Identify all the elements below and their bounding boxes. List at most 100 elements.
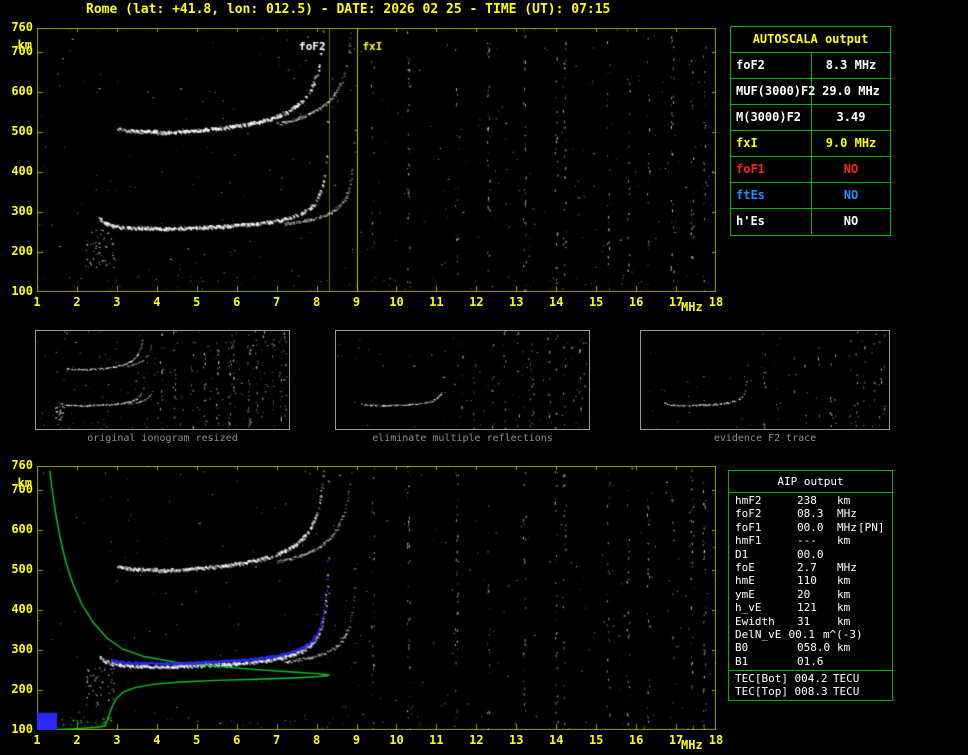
- aip-extra: [863, 628, 892, 641]
- autoscala-window: Rome (lat: +41.8, lon: 012.5) - DATE: 20…: [0, 0, 968, 755]
- aip-row-tectop: TEC[Top] 008.3 TECU: [729, 685, 892, 698]
- aip-row-hmf1: hmF1 --- km: [729, 534, 892, 547]
- autoscala-row-muf3000f2: MUF(3000)F2 29.0 MHz: [731, 79, 890, 105]
- x-tick-label-bottom-7: 7: [273, 733, 281, 747]
- y-tick-label-bottom-300: 300: [11, 642, 33, 656]
- param-value: 3.49: [836, 110, 866, 124]
- x-tick-label-bottom-2: 2: [73, 733, 81, 747]
- aip-extra: [858, 534, 892, 547]
- aip-row-yme: ymE 20 km: [729, 588, 892, 601]
- aip-label: Ewidth: [735, 614, 775, 628]
- aip-value: 238: [797, 494, 817, 507]
- param-value: NO: [843, 214, 859, 228]
- autoscala-row-hes: h'Es NO: [731, 209, 890, 234]
- autoscala-table-header: AUTOSCALA output: [731, 27, 890, 53]
- aip-unit: TECU: [832, 672, 860, 686]
- aip-unit: MHz: [837, 507, 857, 521]
- aip-row-b0: B0 058.0 km: [729, 641, 892, 654]
- aip-extra: [858, 641, 892, 654]
- param-value: NO: [843, 162, 859, 176]
- aip-row-d1: D1 00.0: [729, 548, 892, 561]
- aip-row-foe: foE 2.7 MHz: [729, 561, 892, 574]
- aip-extra: [858, 588, 892, 601]
- aip-unit: m^(-3): [822, 627, 863, 641]
- x-tick-label-bottom-4: 4: [153, 733, 161, 747]
- x-tick-label-top-1: 1: [33, 295, 41, 309]
- param-label: h'Es: [731, 209, 812, 234]
- x-tick-label-top-12: 12: [469, 295, 484, 309]
- aip-row-hve: h_vE 121 km: [729, 601, 892, 614]
- param-label: foF1: [731, 157, 812, 182]
- aip-extra: [PN]: [858, 520, 885, 534]
- aip-unit: MHz: [837, 520, 857, 534]
- aip-label: hmE: [735, 574, 755, 588]
- y-tick-label-top-500: 500: [11, 124, 33, 138]
- aip-row-ewidth: Ewidth 31 km: [729, 615, 892, 628]
- aip-row-delnve: DelN_vE 00.1 m^(-3): [729, 628, 892, 641]
- aip-value: 00.0: [797, 547, 824, 561]
- x-tick-label-top-4: 4: [153, 295, 161, 309]
- aip-row-hmf2: hmF2 238 km: [729, 494, 892, 507]
- aip-label: ymE: [735, 587, 755, 601]
- aip-unit: km: [837, 587, 851, 601]
- x-tick-label-bottom-11: 11: [429, 733, 444, 747]
- x-tick-label-bottom-3: 3: [113, 733, 121, 747]
- param-value: 8.3 MHz: [825, 58, 877, 72]
- y-tick-label-bottom-200: 200: [11, 682, 33, 696]
- x-tick-label-bottom-17: 17: [668, 733, 684, 747]
- aip-table-header: AIP output: [729, 471, 892, 493]
- aip-extra: [858, 574, 892, 587]
- x-tick-label-bottom-14: 14: [549, 733, 564, 747]
- x-tick-label-top-9: 9: [352, 295, 361, 309]
- aip-value: 01.6: [797, 654, 824, 668]
- aip-value: 110: [797, 574, 817, 588]
- aip-extra: [858, 561, 892, 574]
- autoscala-row-m3000f2: M(3000)F2 3.49: [731, 105, 890, 131]
- y-tick-label-top-400: 400: [11, 164, 33, 178]
- aip-label: TEC[Bot]: [735, 672, 788, 686]
- param-label: foF2: [731, 53, 812, 78]
- param-value: 29.0 MHz: [822, 84, 880, 98]
- x-tick-label-bottom-1: 1: [33, 733, 41, 747]
- thumbnail-evidence-f2-trace: [640, 330, 890, 430]
- aip-row-fof1: foF1 00.0 MHz [PN]: [729, 521, 892, 534]
- bottom-ionogram-canvas: [37, 466, 716, 730]
- y-tick-label-bottom-600: 600: [11, 522, 33, 536]
- autoscala-output-table: AUTOSCALA output foF2 8.3 MHz MUF(3000)F2 2…: [730, 26, 891, 236]
- autoscala-row-fof2: foF2 8.3 MHz: [731, 53, 890, 79]
- x-tick-label-bottom-18: 18: [708, 733, 724, 747]
- aip-unit: km: [837, 494, 851, 507]
- aip-unit: km: [837, 574, 851, 588]
- aip-value: 2.7: [797, 560, 817, 574]
- x-tick-label-bottom-13: 13: [509, 733, 524, 747]
- top-ionogram-canvas: [37, 28, 716, 292]
- aip-unit: MHz: [837, 560, 857, 574]
- aip-unit: km: [837, 614, 851, 628]
- aip-extra: [858, 507, 892, 520]
- x-tick-label-bottom-5: 5: [193, 733, 201, 747]
- x-tick-label-top-7: 7: [273, 295, 281, 309]
- autoscala-row-ftes: ftEs NO: [731, 183, 890, 209]
- aip-value: 058.0: [797, 641, 831, 655]
- aip-unit: km: [837, 601, 851, 615]
- aip-unit: km: [837, 641, 851, 655]
- x-tick-label-top-18: 18: [708, 295, 724, 309]
- aip-unit: [837, 548, 858, 561]
- aip-value: 00.0: [797, 520, 824, 534]
- aip-unit: km: [837, 534, 851, 548]
- x-tick-label-top-2: 2: [73, 295, 81, 309]
- aip-label: TEC[Top]: [735, 685, 788, 699]
- aip-output-table: AIP output hmF2 238 km foF2 08.3 MHz foF1 00.0 M…: [728, 470, 893, 701]
- aip-label: B0: [735, 641, 749, 655]
- autoscala-row-fxi: fxI 9.0 MHz: [731, 131, 890, 157]
- y-tick-label-bottom-760: 760: [11, 458, 33, 472]
- aip-label: foF1: [735, 520, 762, 534]
- aip-extra: [859, 685, 892, 698]
- y-tick-label-top-760: 760: [11, 20, 33, 34]
- x-tick-label-bottom-8: 8: [312, 733, 321, 747]
- x-tick-label-top-13: 13: [509, 295, 524, 309]
- aip-value: 31: [797, 614, 811, 628]
- param-value: 9.0 MHz: [825, 136, 877, 150]
- aip-label: foE: [735, 560, 755, 574]
- autoscala-table-rows: foF2 8.3 MHz MUF(3000)F2 29.0 MHz M(3000)F2 3…: [731, 53, 890, 234]
